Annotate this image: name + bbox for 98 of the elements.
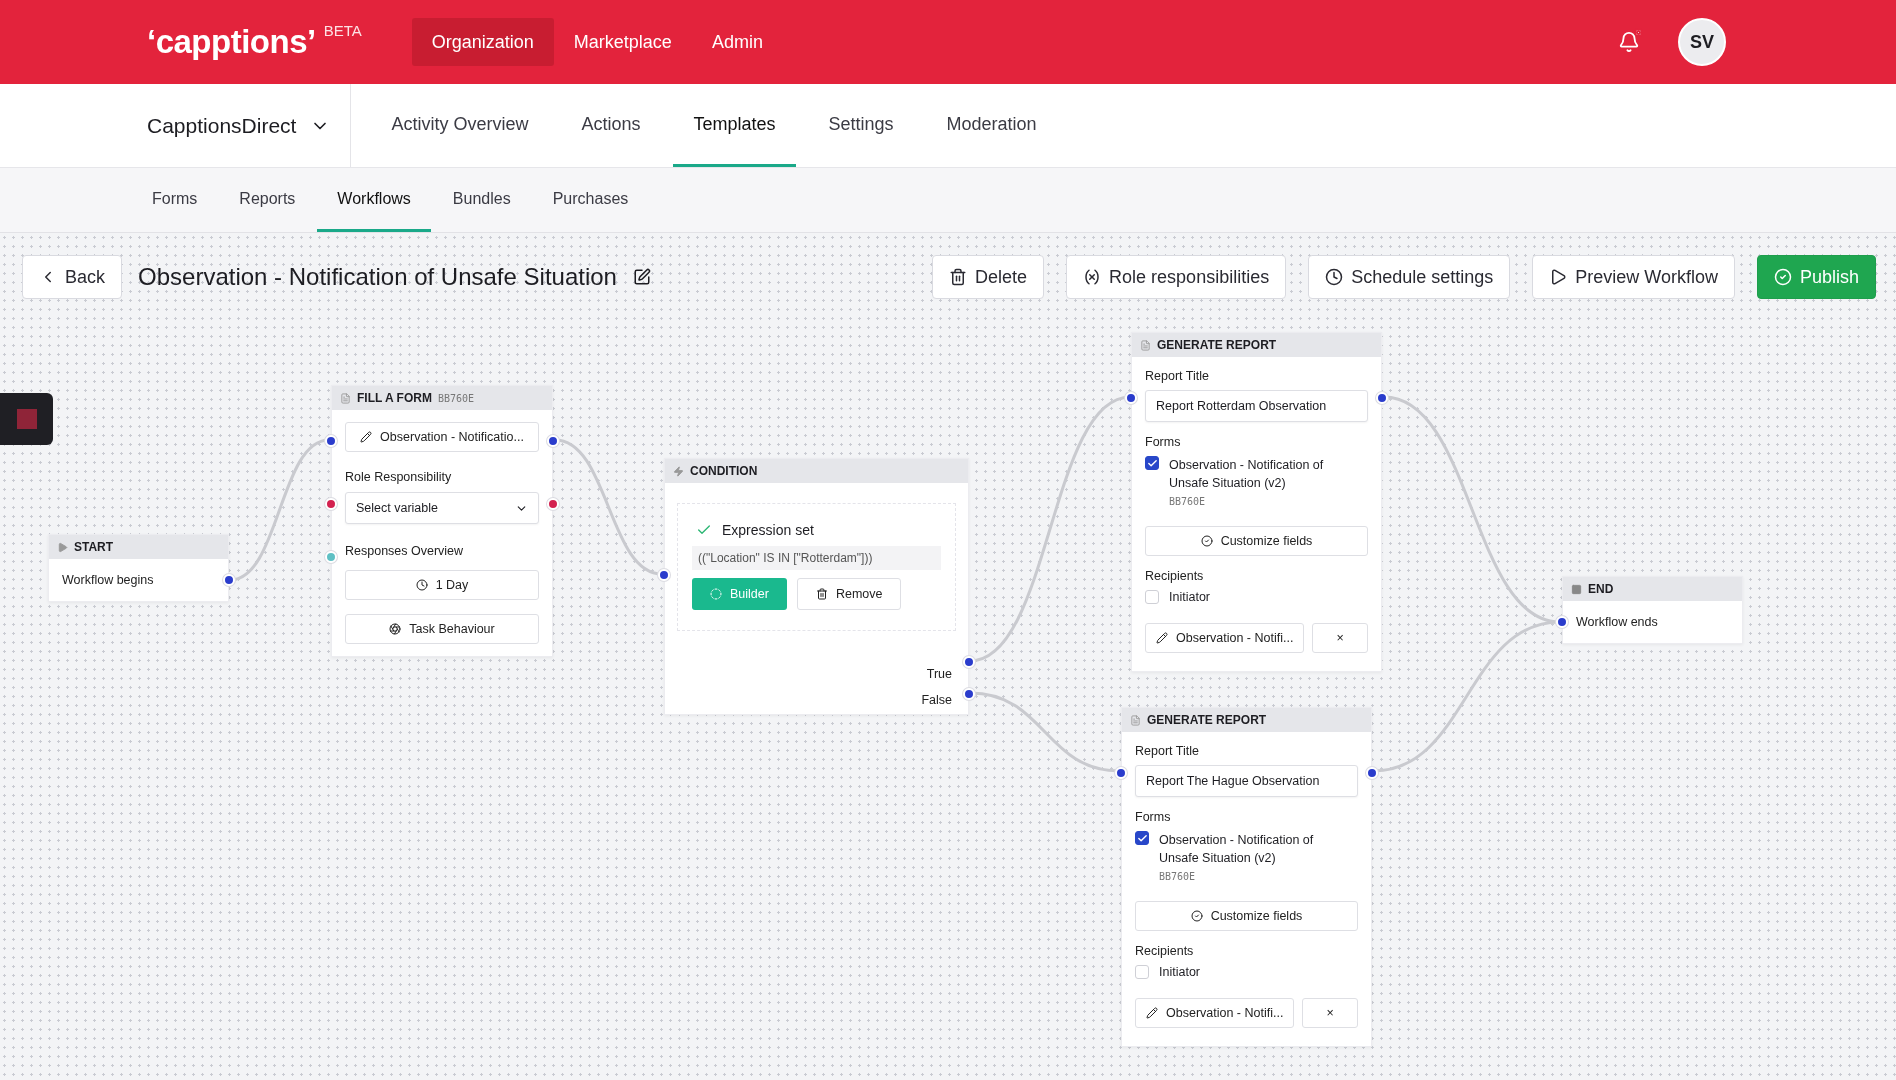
customize-fields-button[interactable]: Customize fields [1145,526,1368,556]
form-option-label: Observation - Notification of Unsafe Situation (v2) [1159,832,1315,867]
edit-icon[interactable] [632,268,651,286]
play-icon [57,541,68,553]
connection-port[interactable] [325,498,337,510]
nav-tab[interactable]: Organization [411,18,554,66]
clock-icon [415,579,428,591]
variable-icon [1083,268,1102,286]
play-icon [1549,268,1568,286]
logo: ‘capptions’ [147,23,316,61]
square-icon [1571,583,1582,595]
expression-status: Expression set [722,522,814,538]
sub-tab[interactable]: Purchases [532,168,649,232]
form-button[interactable]: Observation - Notificatio... [345,422,539,452]
tab[interactable]: Settings [808,84,914,167]
sub-tab[interactable]: Forms [132,168,218,232]
trash-icon [949,268,968,286]
field-label: Report Title [1135,744,1200,758]
connection-port[interactable] [1115,767,1127,779]
document-icon [1130,714,1141,726]
preview-button[interactable]: Preview Workflow [1532,255,1735,299]
node-title: GENERATE REPORT [1157,338,1277,352]
dashed-circle-icon [710,588,722,600]
connection-port[interactable] [1366,767,1378,779]
form-button[interactable]: Observation - Notifi... [1145,623,1305,653]
user-avatar[interactable]: SV [1678,18,1726,66]
field-label: Recipients [1135,944,1195,958]
lightning-icon [673,465,684,477]
node-title: GENERATE REPORT [1147,713,1267,727]
trash-icon [815,588,828,600]
organization-dropdown[interactable]: CapptionsDirect [147,84,352,167]
node-text: Workflow begins [62,573,155,587]
customize-fields-button[interactable]: Customize fields [1135,901,1358,931]
connection-port[interactable] [223,574,235,586]
remove-button[interactable]: Remove [796,578,902,610]
checkbox[interactable] [1135,831,1149,845]
expression-text: (("Location" IS IN ["Rotterdam"])) [692,546,941,570]
report-title-field[interactable]: Report The Hague Observation [1135,765,1358,797]
field-label: Report Title [1145,369,1210,383]
sub-tab[interactable]: Bundles [432,168,531,232]
form-button[interactable]: Observation - Notifi... [1135,998,1295,1028]
edit-icon [1156,632,1168,644]
field-label: Role Responsibility [345,470,453,484]
connection-port[interactable] [963,656,975,668]
connection-port[interactable] [325,435,337,447]
form-code: BB760E [1169,496,1206,507]
node-title: CONDITION [690,464,758,478]
connection-port[interactable] [658,569,670,581]
task-behaviour-button[interactable]: Task Behaviour [345,614,539,644]
output-label: True [926,667,952,681]
checkbox[interactable] [1145,456,1159,470]
output-label: False [921,693,952,707]
aperture-icon [389,623,402,635]
nav-tab[interactable]: Admin [691,18,783,66]
recipient-label: Initiator [1159,965,1200,979]
edit-icon [1146,1007,1158,1019]
edit-icon [360,431,373,443]
connection-port[interactable] [1376,392,1388,404]
recipient-label: Initiator [1169,590,1210,604]
connection-port[interactable] [547,435,559,447]
beta-label: BETA [323,21,362,39]
remove-button[interactable]: × [1302,998,1358,1028]
connection-port[interactable] [547,498,559,510]
tab[interactable]: Activity Overview [371,84,549,167]
sub-tab[interactable]: Reports [219,168,316,232]
node-title: FILL A FORM [357,391,432,405]
back-button[interactable]: Back [22,255,123,299]
tab[interactable]: Moderation [926,84,1057,167]
check-circle-icon [1190,910,1203,922]
roles-button[interactable]: Role responsibilities [1066,255,1287,299]
role-select[interactable]: Select variable [345,492,539,524]
tab[interactable]: Actions [561,84,661,167]
form-code: BB760E [1159,871,1196,882]
field-label: Forms [1135,810,1172,824]
connection-port[interactable] [1125,392,1137,404]
form-option-label: Observation - Notification of Unsafe Situation (v2) [1169,457,1325,492]
workflow-title: Observation - Notification of Unsafe Situation [138,263,617,291]
delete-button[interactable]: Delete [932,255,1045,299]
connection-port[interactable] [1556,616,1568,628]
field-label: Responses Overview [345,544,465,558]
remove-button[interactable]: × [1312,623,1368,653]
nav-tab[interactable]: Marketplace [553,18,692,66]
schedule-button[interactable]: Schedule settings [1308,255,1511,299]
form-code: BB760E [437,392,474,404]
node-title: START [74,540,114,554]
document-icon [1140,339,1151,351]
document-icon [340,392,351,404]
connection-port[interactable] [963,688,975,700]
field-label: Recipients [1145,569,1205,583]
check-circle-icon [1773,268,1792,286]
field-label: Forms [1145,435,1182,449]
node-title: END [1588,582,1614,596]
report-title-field[interactable]: Report Rotterdam Observation [1145,390,1368,422]
node-text: Workflow ends [1576,615,1659,629]
duration-button[interactable]: 1 Day [345,570,539,600]
check-circle-icon [1200,535,1213,547]
clock-icon [1325,268,1344,286]
notification-bell-icon[interactable] [1618,31,1640,53]
